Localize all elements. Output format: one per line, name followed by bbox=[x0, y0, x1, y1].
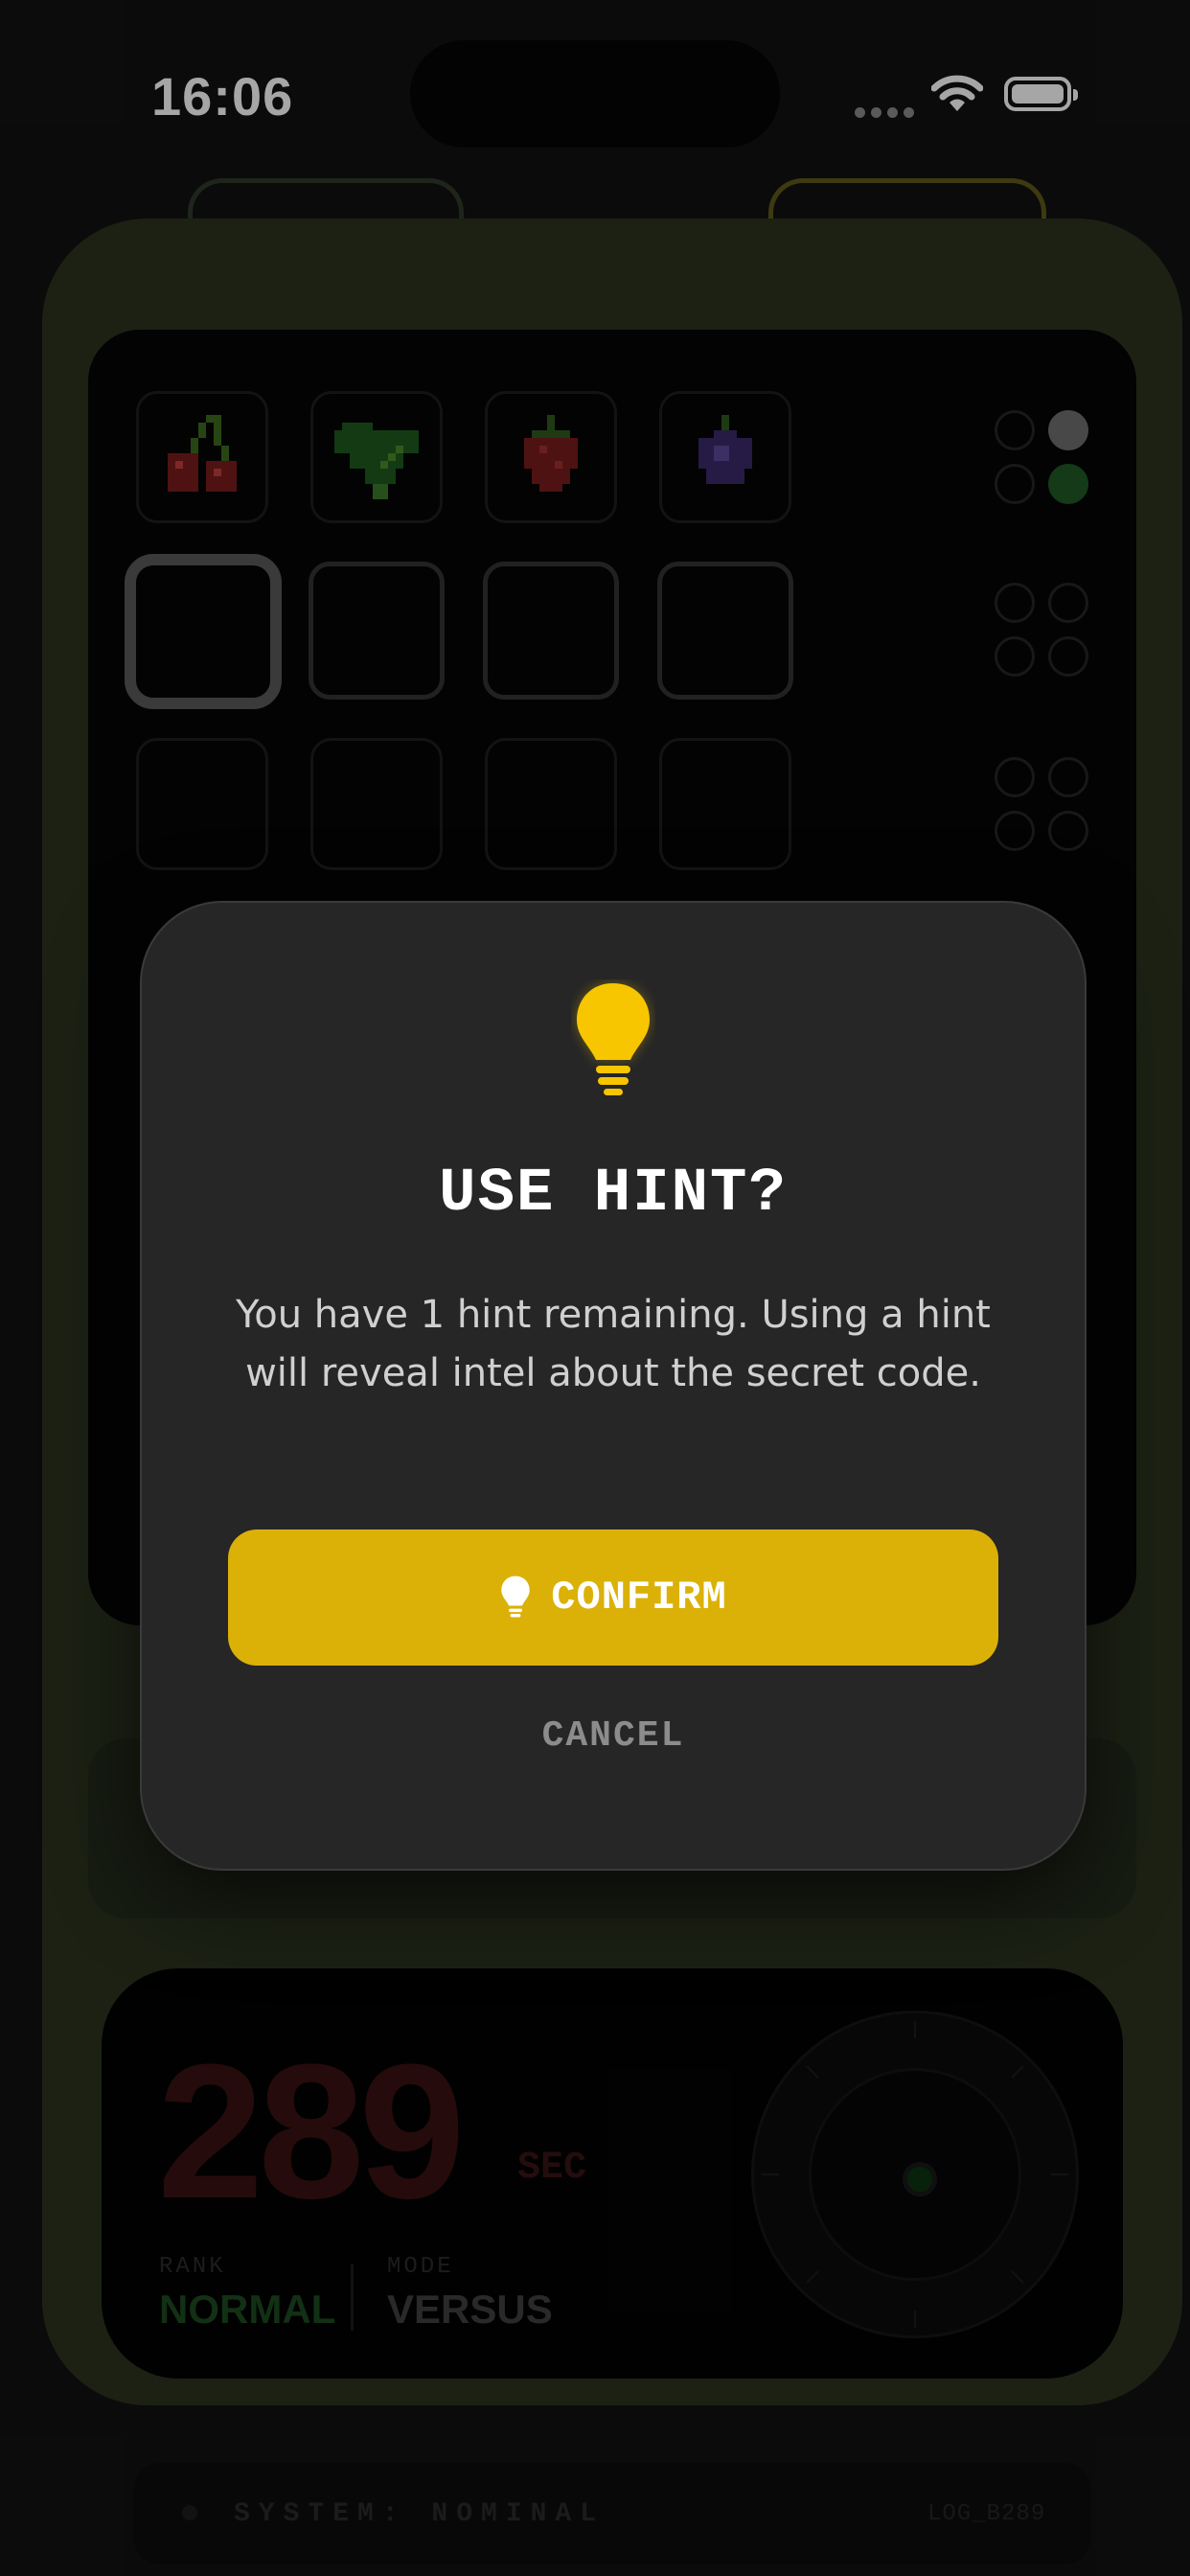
dialog-title: USE HINT? bbox=[439, 1160, 788, 1229]
lightbulb-icon bbox=[499, 1575, 532, 1621]
lightbulb-icon bbox=[571, 979, 655, 1102]
confirm-button-label: CONFIRM bbox=[551, 1575, 727, 1621]
confirm-button[interactable]: CONFIRM bbox=[228, 1530, 998, 1666]
dialog-message: You have 1 hint remaining. Using a hint … bbox=[236, 1293, 991, 1395]
cancel-button[interactable]: CANCEL bbox=[140, 1715, 1087, 1757]
